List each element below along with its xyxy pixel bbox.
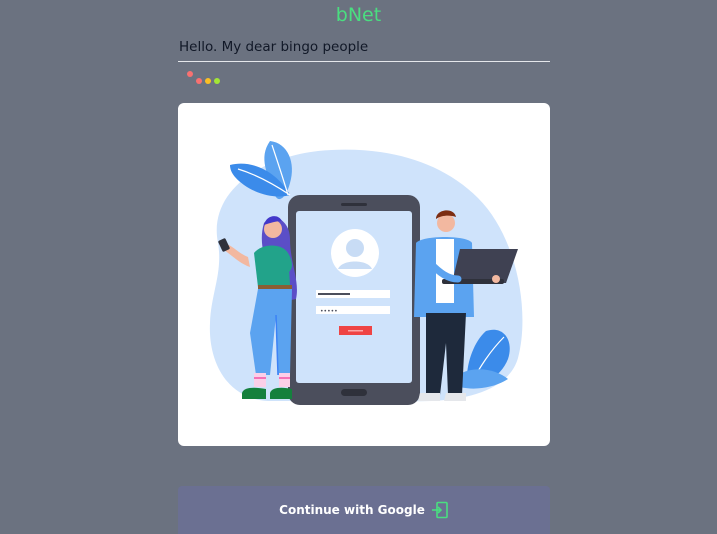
svg-text:•••••: ••••• <box>320 308 338 315</box>
continue-with-google-button[interactable]: Continue with Google <box>178 486 550 534</box>
login-illustration-card: ••••• <box>178 103 550 446</box>
typing-dot <box>214 78 220 84</box>
google-button-label: Continue with Google <box>279 503 425 517</box>
typing-dot <box>205 78 211 84</box>
login-illustration: ••••• <box>209 141 523 405</box>
message-text: Hello. My dear bingo people <box>179 39 369 55</box>
typing-dot <box>187 71 193 77</box>
sign-in-icon <box>431 501 449 519</box>
woman-jeans <box>250 289 292 375</box>
typing-indicator <box>187 71 227 87</box>
woman-shoes <box>242 387 266 399</box>
man-shoes <box>418 393 440 401</box>
app-title: bNet <box>335 4 382 26</box>
message-line: Hello. My dear bingo people <box>178 36 550 62</box>
typing-dot <box>196 78 202 84</box>
